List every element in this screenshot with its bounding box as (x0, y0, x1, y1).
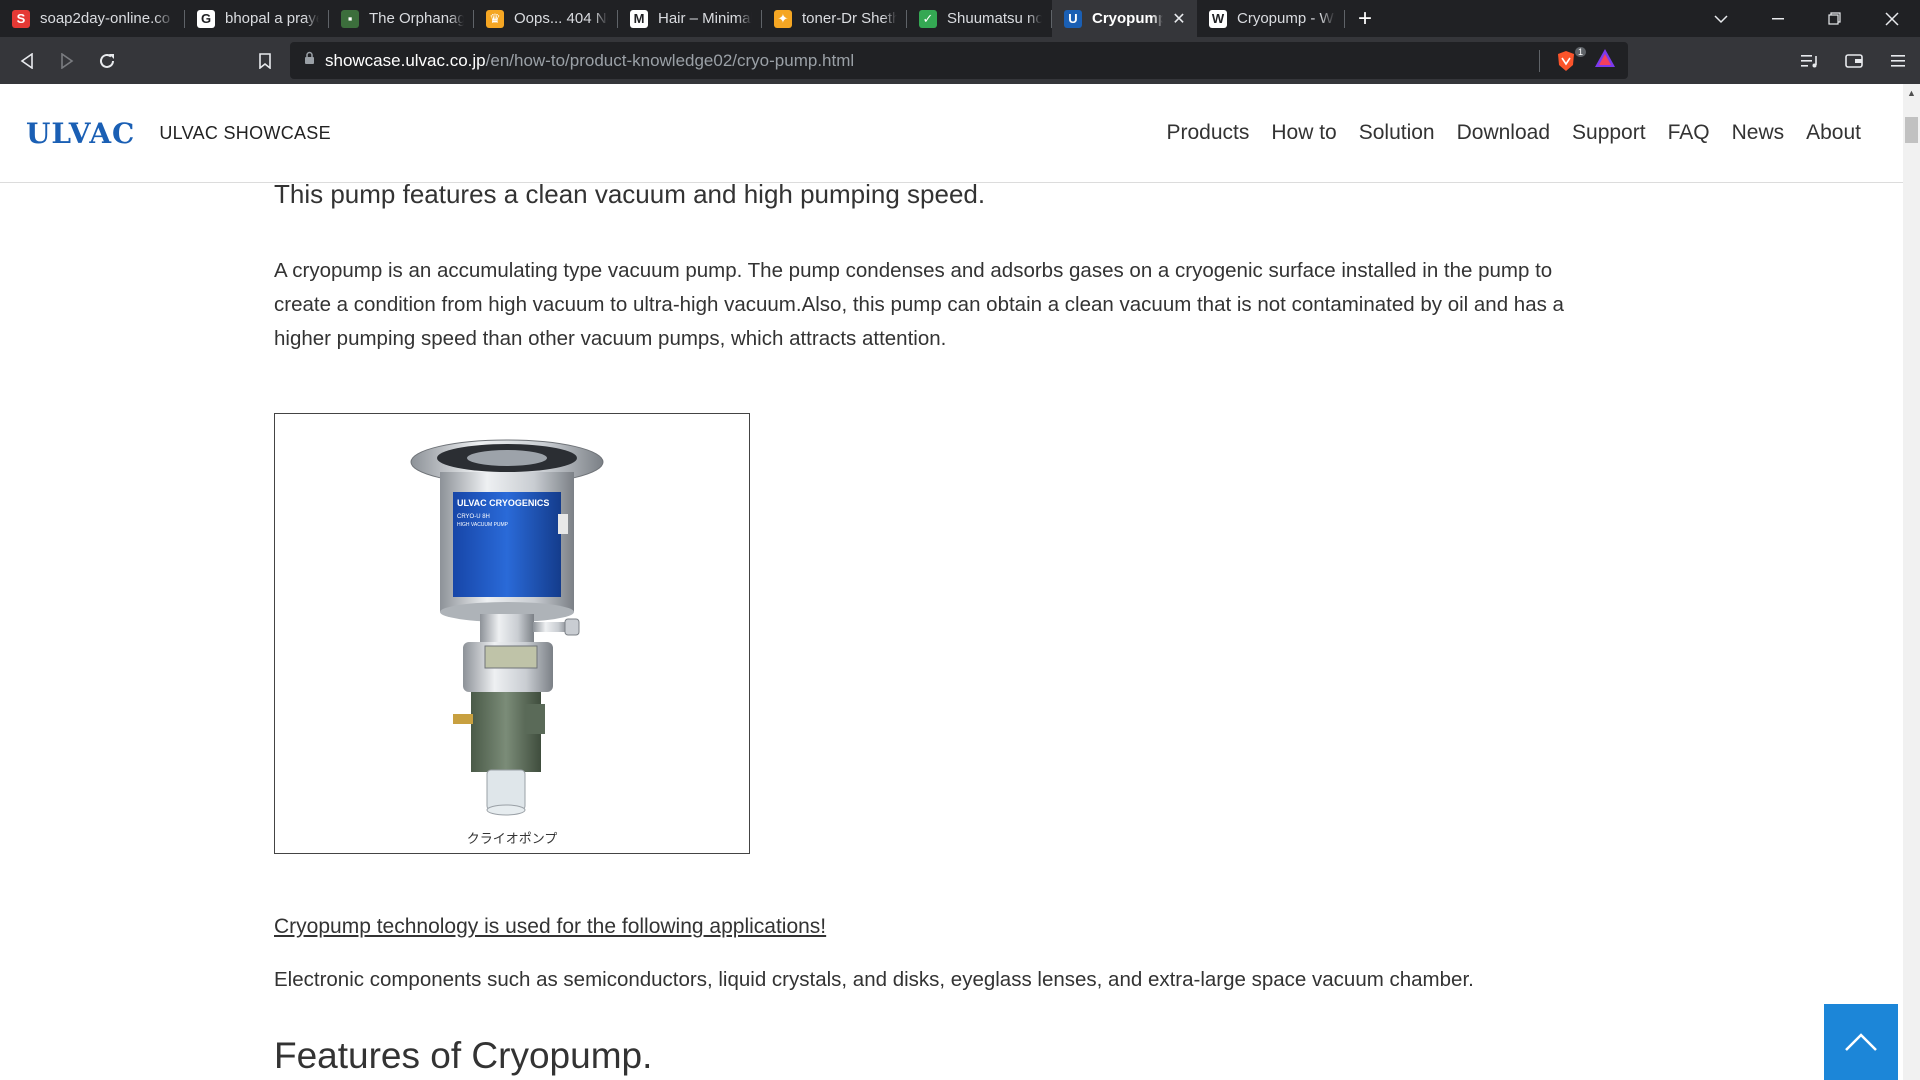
browser-tab[interactable]: M Hair – Minimalist (618, 0, 762, 37)
crown-icon: ♛ (486, 9, 504, 28)
pump-label-desc: HIGH VACUUM PUMP (457, 522, 509, 528)
back-icon[interactable] (8, 42, 46, 80)
nav-faq[interactable]: FAQ (1668, 121, 1710, 145)
bookmark-icon[interactable] (246, 42, 284, 80)
tab-separator (1344, 10, 1345, 28)
brave-badge-count: 1 (1574, 46, 1586, 57)
nav-download[interactable]: Download (1457, 121, 1550, 145)
close-tab-icon[interactable]: ✕ (1171, 9, 1187, 29)
window-controls (1692, 0, 1920, 37)
tab-title: Shuumatsu no Walk (947, 10, 1042, 27)
menu-icon[interactable] (1876, 37, 1920, 84)
scroll-up-arrow-icon[interactable]: ▲ (1903, 84, 1920, 101)
cryopump-figure: ULVAC CRYOGENICS CRYO-U 8H HIGH VACUUM P… (274, 413, 750, 854)
features-heading: Features of Cryopump. (274, 1035, 653, 1076)
minimize-icon[interactable] (1749, 0, 1806, 37)
cryopump-image: ULVAC CRYOGENICS CRYO-U 8H HIGH VACUUM P… (410, 439, 604, 816)
reload-icon[interactable] (88, 42, 126, 80)
omnibox-divider (1539, 49, 1540, 72)
figure-caption: クライオポンプ (466, 831, 558, 846)
browser-tab[interactable]: Gbhopal a prayer for (185, 0, 329, 37)
main-nav: Products How to Solution Download Support FAQ… (1166, 121, 1861, 145)
new-tab-button[interactable]: + (1345, 0, 1385, 37)
pump-label-model: CRYO-U 8H (457, 514, 490, 520)
shield-check-icon: ✓ (919, 9, 937, 28)
nav-about[interactable]: About (1806, 121, 1861, 145)
browser-tab[interactable]: ✦ toner-Dr Sheth's (762, 0, 907, 37)
browser-tab[interactable]: U Cryopumps | Fu ✕ (1052, 0, 1197, 37)
browser-tab[interactable]: Ssoap2day-online.co (0, 0, 185, 37)
tab-title: bhopal a prayer for (225, 10, 319, 27)
brave-rewards-icon[interactable] (1594, 48, 1616, 73)
google-icon: G (197, 9, 215, 28)
brave-shields-icon[interactable]: 1 (1556, 46, 1586, 72)
nav-how-to[interactable]: How to (1271, 121, 1336, 145)
tab-title: Hair – Minimalist (658, 10, 752, 27)
browser-tab[interactable]: ▪ The Orphanage (20 (329, 0, 474, 37)
sparkle-icon: ✦ (774, 9, 792, 28)
url-text: showcase.ulvac.co.jp/en/how-to/product-k… (325, 50, 855, 70)
toolbar-right-icons (1788, 37, 1920, 84)
close-window-icon[interactable] (1863, 0, 1920, 37)
page-scrollbar[interactable]: ▲ (1903, 84, 1920, 1080)
site-header: ULVAC ULVAC SHOWCASE Products How to Solut… (0, 84, 1903, 183)
tab-title: Cryopumps | Fu (1092, 10, 1163, 27)
nav-solution[interactable]: Solution (1359, 121, 1435, 145)
browser-tab[interactable]: ♛ Oops... 404 Not Fou (474, 0, 618, 37)
lock-icon (304, 51, 315, 70)
nav-news[interactable]: News (1732, 121, 1785, 145)
nav-products[interactable]: Products (1166, 121, 1249, 145)
tab-title: toner-Dr Sheth's (802, 10, 897, 27)
scrollbar-thumb[interactable] (1905, 117, 1918, 143)
playlist-icon[interactable] (1788, 37, 1832, 84)
address-bar[interactable]: showcase.ulvac.co.jp/en/how-to/product-k… (290, 42, 1628, 79)
film-icon: ▪ (341, 9, 359, 28)
back-to-top-button[interactable] (1824, 1004, 1898, 1080)
applications-link[interactable]: Cryopump technology is used for the foll… (274, 915, 826, 939)
wikipedia-icon: W (1209, 9, 1227, 28)
wallet-icon[interactable] (1832, 37, 1876, 84)
chevron-up-icon (1845, 1033, 1877, 1051)
browser-tab-strip: Ssoap2day-online.coGbhopal a prayer for▪… (0, 0, 1920, 37)
applications-text: Electronic components such as semiconduc… (274, 968, 1474, 991)
m-letter-icon: M (630, 9, 648, 28)
forward-icon[interactable] (48, 42, 86, 80)
nav-support[interactable]: Support (1572, 121, 1646, 145)
browser-tab[interactable]: W Cryopump - Wikipe (1197, 0, 1345, 37)
browser-toolbar: showcase.ulvac.co.jp/en/how-to/product-k… (0, 37, 1920, 84)
tab-search-icon[interactable] (1692, 0, 1749, 37)
ulvac-logo[interactable]: ULVAC (26, 117, 135, 150)
ulvac-u-icon: U (1064, 9, 1082, 28)
tab-title: The Orphanage (20 (369, 10, 464, 27)
s-letter-icon: S (12, 9, 30, 28)
tab-title: soap2day-online.co (40, 10, 171, 27)
pump-label-brand: ULVAC CRYOGENICS (457, 498, 549, 508)
tab-title: Oops... 404 Not Fou (514, 10, 608, 27)
page-viewport: ULVAC ULVAC SHOWCASE Products How to Solut… (0, 84, 1903, 1080)
article-paragraph: A cryopump is an accumulating type vacuu… (274, 259, 1564, 350)
browser-tab[interactable]: ✓ Shuumatsu no Walk (907, 0, 1052, 37)
article-lead: This pump features a clean vacuum and hi… (274, 179, 986, 209)
restore-icon[interactable] (1806, 0, 1863, 37)
site-brand-name[interactable]: ULVAC SHOWCASE (159, 123, 331, 144)
tab-title: Cryopump - Wikipe (1237, 10, 1335, 27)
